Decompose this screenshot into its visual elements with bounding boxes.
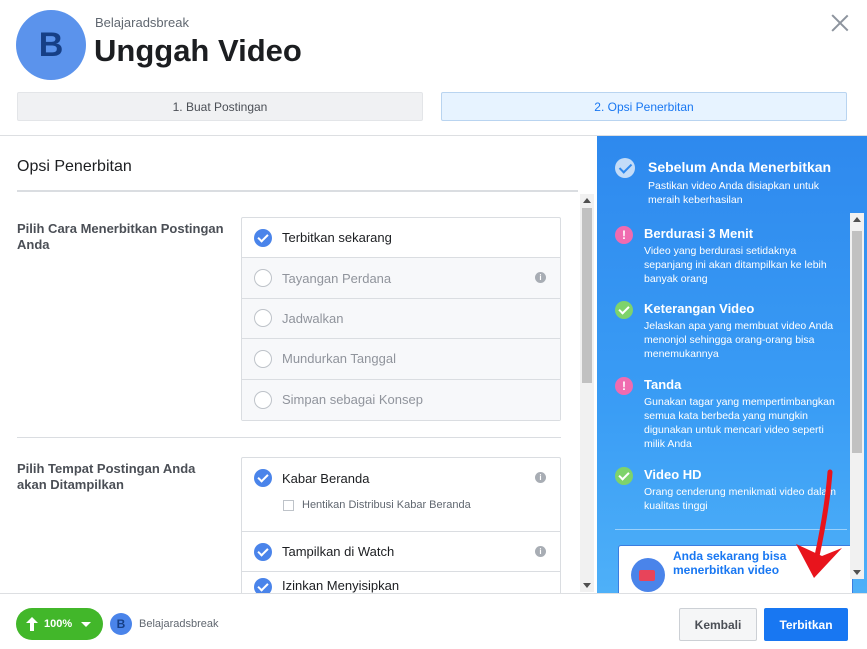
tips-subtitle: Pastikan video Anda disiapkan untuk mera… — [648, 180, 820, 206]
verified-check-icon — [615, 158, 635, 178]
tip-title: Tanda — [644, 377, 682, 392]
option-schedule[interactable]: Jadwalkan — [242, 298, 560, 340]
tip-text: Jelaskan apa yang membuat video Anda men… — [644, 320, 834, 360]
option-stop-feed-distribution[interactable]: Hentikan Distribusi Kabar Beranda — [242, 495, 560, 515]
checked-icon — [254, 578, 272, 593]
publish-options-panel: Opsi Penerbitan Pilih Cara Menerbitkan P… — [0, 136, 597, 593]
close-icon[interactable] — [831, 14, 849, 32]
tip-text: Video yang berdurasi setidaknya sepanjan… — [644, 245, 827, 285]
chevron-down-icon — [81, 622, 91, 627]
info-icon[interactable]: i — [535, 272, 546, 284]
placement-options: Kabar Beranda i Hentikan Distribusi Kaba… — [241, 457, 561, 593]
warning-icon: ! — [615, 226, 633, 244]
page-title: Unggah Video — [94, 33, 302, 68]
publish-button[interactable]: Terbitkan — [764, 608, 848, 641]
footer-avatar: B — [110, 613, 132, 635]
option-backdate[interactable]: Mundurkan Tanggal — [242, 339, 560, 380]
option-save-draft[interactable]: Simpan sebagai Konsep — [242, 379, 560, 420]
option-news-feed-group: Kabar Beranda i Hentikan Distribusi Kaba… — [242, 458, 560, 532]
radio-icon — [254, 309, 272, 328]
section-divider — [17, 190, 578, 192]
footer-page-name: Belajaradsbreak — [139, 618, 219, 630]
placement-label: Pilih Tempat Postingan Anda akan Ditampi… — [17, 461, 196, 492]
option-premiere[interactable]: Tayangan Perdana i — [242, 258, 560, 299]
check-circle-icon — [615, 467, 633, 485]
option-label: Tayangan Perdana — [282, 270, 392, 286]
scrollbar-thumb[interactable] — [582, 208, 592, 383]
check-circle-icon — [615, 301, 633, 319]
scroll-up-icon[interactable] — [583, 198, 591, 203]
radio-icon — [254, 349, 272, 368]
back-button[interactable]: Kembali — [679, 608, 757, 641]
publish-method-options: Terbitkan sekarang Tayangan Perdana i Ja… — [241, 217, 561, 421]
option-label: Terbitkan sekarang — [282, 230, 392, 246]
option-label: Jadwalkan — [282, 310, 344, 326]
tip-title: Berdurasi 3 Menit — [644, 226, 754, 241]
info-icon[interactable]: i — [535, 545, 546, 557]
publish-method-label: Pilih Cara Menerbitkan Postingan Anda — [17, 221, 224, 252]
video-promo-icon — [631, 558, 665, 592]
scroll-up-icon[interactable] — [853, 217, 861, 222]
option-label: Hentikan Distribusi Kabar Beranda — [302, 499, 471, 511]
option-label: Simpan sebagai Konsep — [282, 392, 423, 408]
upload-progress-value: 100% — [44, 618, 73, 630]
checkbox[interactable] — [283, 499, 294, 511]
option-publish-now[interactable]: Terbitkan sekarang — [242, 218, 560, 259]
option-allow-embedding[interactable]: Izinkan Menyisipkan — [242, 572, 560, 593]
scroll-down-icon[interactable] — [853, 570, 861, 575]
checked-icon — [254, 228, 272, 247]
page-avatar: B — [16, 10, 86, 80]
right-scrollbar[interactable] — [850, 213, 864, 579]
info-icon[interactable]: i — [535, 472, 546, 483]
radio-icon — [254, 269, 272, 288]
upload-arrow-icon — [26, 617, 38, 631]
tips-title: Sebelum Anda Menerbitkan — [648, 159, 832, 175]
footer-divider — [0, 593, 867, 594]
option-news-feed[interactable]: Kabar Beranda i — [242, 469, 560, 487]
scrollbar-thumb[interactable] — [852, 231, 862, 453]
checked-icon — [254, 542, 272, 561]
left-scrollbar[interactable] — [580, 194, 594, 592]
tip-title: Keterangan Video — [644, 301, 755, 316]
section-title: Opsi Penerbitan — [17, 158, 132, 175]
scroll-down-icon[interactable] — [583, 583, 591, 588]
tip-text: Gunakan tagar yang mempertimbangkan semu… — [644, 396, 835, 450]
option-label: Kabar Beranda — [282, 470, 370, 486]
step-create-post[interactable]: 1. Buat Postingan — [17, 92, 423, 121]
checked-icon — [254, 469, 272, 487]
warning-icon: ! — [615, 377, 633, 395]
option-label: Izinkan Menyisipkan — [282, 578, 400, 593]
page-name: Belajaradsbreak — [95, 15, 189, 30]
red-arrow-annotation — [796, 469, 842, 578]
option-label: Tampilkan di Watch — [282, 544, 395, 560]
option-label: Mundurkan Tanggal — [282, 351, 396, 367]
upload-progress-button[interactable]: 100% — [16, 608, 103, 640]
radio-icon — [254, 390, 272, 409]
section-divider — [17, 437, 561, 438]
tip-title: Video HD — [644, 467, 702, 482]
step-publish-options[interactable]: 2. Opsi Penerbitan — [441, 92, 847, 121]
option-show-in-watch[interactable]: Tampilkan di Watch i — [242, 532, 560, 573]
